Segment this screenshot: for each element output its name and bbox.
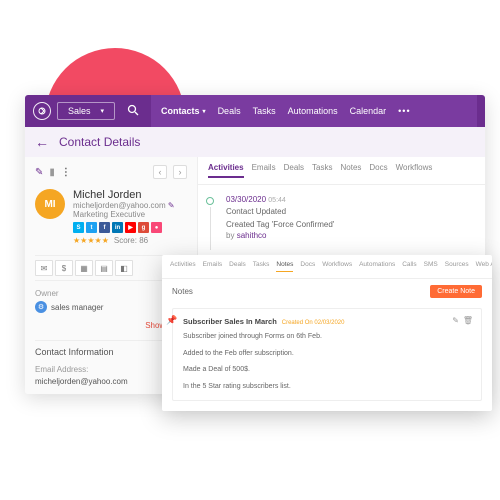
timeline-text2: Created Tag 'Force Confirmed' — [226, 219, 471, 230]
app-logo[interactable] — [33, 102, 51, 120]
more-icon[interactable]: ⋮ — [61, 167, 71, 178]
delete-note-icon[interactable]: 🗑 — [463, 316, 473, 325]
note-meta: Created On 02/03/2020 — [282, 320, 345, 326]
facebook-icon[interactable]: f — [99, 222, 110, 233]
contact-info: Michel Jorden micheljorden@yahoo.com ✎ M… — [73, 189, 175, 245]
ntab-webanalytics[interactable]: Web Analy — [476, 261, 492, 272]
ntab-workflows[interactable]: Workflows — [322, 261, 352, 272]
contact-email: micheljorden@yahoo.com ✎ — [73, 201, 175, 210]
note-card: 📌 ✎ 🗑 Subscriber Sales In March Created … — [172, 308, 482, 401]
chevron-down-icon: ▾ — [101, 107, 105, 115]
avatar: MI — [35, 189, 65, 219]
score: Score: 86 — [114, 236, 148, 245]
sub-header: ← Contact Details — [25, 127, 485, 157]
page-title: Contact Details — [59, 135, 140, 149]
module-label: Sales — [68, 106, 91, 116]
tab-deals[interactable]: Deals — [284, 163, 304, 178]
prev-page-button[interactable]: ‹ — [153, 165, 167, 179]
ntab-emails[interactable]: Emails — [203, 261, 223, 272]
ntab-activities[interactable]: Activities — [170, 261, 196, 272]
create-note-button[interactable]: Create Note — [430, 285, 482, 298]
timeline-date: 03/30/2020 — [226, 195, 266, 204]
note-line: Made a Deal of 500$. — [183, 365, 471, 376]
social-icons: S t f in ▶ g ● — [73, 222, 175, 233]
nav-automations[interactable]: Automations — [288, 106, 338, 116]
twitter-icon[interactable]: t — [86, 222, 97, 233]
doc-icon[interactable]: ◧ — [115, 260, 133, 276]
timeline-by: by sahithco — [226, 231, 471, 240]
nav-contacts[interactable]: Contacts▾ — [161, 106, 206, 116]
notes-tabs: Activities Emails Deals Tasks Notes Docs… — [162, 255, 492, 279]
contact-role: Marketing Executive — [73, 210, 175, 219]
linkedin-icon[interactable]: in — [112, 222, 123, 233]
gplus-icon[interactable]: g — [138, 222, 149, 233]
tab-emails[interactable]: Emails — [252, 163, 276, 178]
ntab-sms[interactable]: SMS — [424, 261, 438, 272]
notes-overlay-window: Activities Emails Deals Tasks Notes Docs… — [162, 255, 492, 411]
detail-tabs: Activities Emails Deals Tasks Notes Docs… — [198, 157, 485, 185]
calendar-icon[interactable]: ▦ — [75, 260, 93, 276]
tab-workflows[interactable]: Workflows — [396, 163, 433, 178]
module-dropdown[interactable]: Sales ▾ — [57, 102, 115, 120]
contact-name: Michel Jorden — [73, 189, 175, 201]
delete-icon[interactable]: ▮ — [49, 167, 55, 178]
edit-icon[interactable]: ✎ — [35, 167, 43, 178]
nav-deals[interactable]: Deals — [218, 106, 241, 116]
next-page-button[interactable]: › — [173, 165, 187, 179]
edit-icon[interactable]: ✎ — [168, 201, 175, 210]
mail-icon[interactable]: ✉ — [35, 260, 53, 276]
topbar: Sales ▾ Contacts▾ Deals Tasks Automation… — [25, 95, 485, 127]
note-line: Subscriber joined through Forms on 6th F… — [183, 332, 471, 343]
timeline-text1: Contact Updated — [226, 206, 471, 217]
ntab-deals[interactable]: Deals — [229, 261, 246, 272]
back-arrow-icon[interactable]: ← — [35, 134, 49, 150]
owner-avatar: ⚙ — [35, 301, 47, 313]
note-line: In the 5 Star rating subscribers list. — [183, 382, 471, 393]
nav-tasks[interactable]: Tasks — [253, 106, 276, 116]
ntab-calls[interactable]: Calls — [402, 261, 416, 272]
activity-timeline: 03/30/2020 05:44 Contact Updated Created… — [198, 185, 485, 250]
tab-docs[interactable]: Docs — [369, 163, 387, 178]
notes-title: Notes — [172, 287, 193, 296]
edit-note-icon[interactable]: ✎ — [452, 316, 459, 325]
contact-summary: MI Michel Jorden micheljorden@yahoo.com … — [35, 189, 187, 245]
notes-header: Notes Create Note — [162, 279, 492, 304]
note-title: Subscriber Sales In March — [183, 317, 277, 326]
timeline-entry: 03/30/2020 05:44 Contact Updated Created… — [226, 195, 471, 240]
timeline-time: 05:44 — [268, 197, 286, 204]
ntab-docs[interactable]: Docs — [300, 261, 315, 272]
ntab-sources[interactable]: Sources — [445, 261, 469, 272]
skype-icon[interactable]: S — [73, 222, 84, 233]
search-icon[interactable] — [127, 104, 139, 119]
nav-calendar[interactable]: Calendar — [350, 106, 387, 116]
note-icon[interactable]: ▤ — [95, 260, 113, 276]
timeline-dot-icon — [206, 197, 214, 205]
youtube-icon[interactable]: ▶ — [125, 222, 136, 233]
note-line: Added to the Feb offer subscription. — [183, 349, 471, 360]
nav-more-icon[interactable]: ••• — [398, 106, 410, 116]
chevron-down-icon: ▾ — [203, 108, 206, 115]
money-icon[interactable]: $ — [55, 260, 73, 276]
tab-activities[interactable]: Activities — [208, 163, 244, 178]
timeline-line — [210, 207, 211, 250]
ntab-tasks[interactable]: Tasks — [253, 261, 270, 272]
ntab-notes[interactable]: Notes — [276, 261, 293, 272]
pin-icon[interactable]: 📌 — [166, 315, 176, 325]
ntab-automations[interactable]: Automations — [359, 261, 395, 272]
main-nav: Contacts▾ Deals Tasks Automations Calend… — [151, 95, 477, 127]
foursquare-icon[interactable]: ● — [151, 222, 162, 233]
rating: ★★★★★ Score: 86 — [73, 236, 175, 245]
tab-tasks[interactable]: Tasks — [312, 163, 332, 178]
left-toolbar: ✎ ▮ ⋮ ‹ › — [35, 165, 187, 179]
tab-notes[interactable]: Notes — [341, 163, 362, 178]
